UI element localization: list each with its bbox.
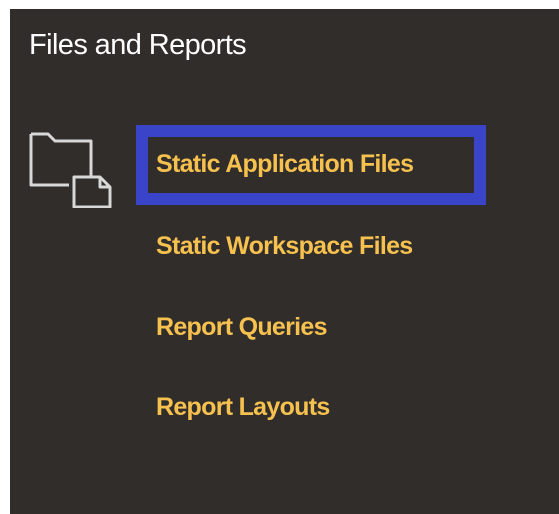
report-layouts-label: Report Layouts: [156, 393, 330, 421]
report-layouts-link[interactable]: Report Layouts: [156, 391, 330, 423]
files-and-reports-panel: Files and Reports Static Application Fil…: [10, 9, 559, 514]
panel-title: Files and Reports: [29, 29, 247, 61]
report-queries-label: Report Queries: [156, 313, 328, 341]
report-queries-link[interactable]: Report Queries: [156, 311, 328, 343]
static-application-files-label: Static Application Files: [156, 150, 414, 178]
folder-document-icon: [29, 132, 112, 208]
static-workspace-files-label: Static Workspace Files: [156, 232, 413, 260]
static-workspace-files-link[interactable]: Static Workspace Files: [156, 230, 413, 262]
static-application-files-link[interactable]: Static Application Files: [136, 125, 486, 205]
